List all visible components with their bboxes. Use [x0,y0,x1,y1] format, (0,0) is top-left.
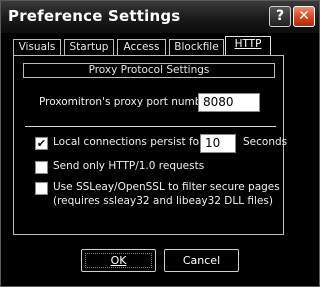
tab-visuals[interactable]: Visuals [13,39,61,55]
http10-checkbox[interactable] [35,161,48,174]
window-title: Preference Settings [8,7,181,25]
tab-access[interactable]: Access [117,39,166,55]
ssl-checkbox[interactable] [35,182,48,195]
ok-button[interactable]: OK [81,249,156,272]
help-icon[interactable]: ? [269,6,291,27]
proxy-port-label: Proxomitron's proxy port number: [39,96,216,108]
ssl-label-line1: Use SSLeay/OpenSSL to filter secure page… [53,181,280,193]
separator [25,126,276,127]
proxy-port-input[interactable]: 8080 [198,93,260,112]
close-icon[interactable]: ✕ [293,6,315,27]
persist-label: Local connections persist for: [53,136,207,148]
proxy-protocol-settings-header: Proxy Protocol Settings [23,63,275,78]
seconds-unit-label: Seconds [243,136,288,148]
tab-blockfile[interactable]: Blockfile [169,39,224,55]
http10-label: Send only HTTP/1.0 requests [53,160,205,172]
tab-startup[interactable]: Startup [64,39,114,55]
cancel-button[interactable]: Cancel [164,249,239,272]
focus-ring [85,253,152,268]
persist-seconds-input[interactable]: 10 [200,134,236,153]
preference-settings-dialog: Preference Settings ? ✕ Visuals Startup … [0,0,320,287]
ssl-label-line2: (requires ssleay32 and libeay32 DLL file… [53,195,273,207]
persist-checkbox[interactable]: ✔ [35,137,48,150]
tab-http[interactable]: HTTP [225,36,271,56]
cancel-button-label: Cancel [182,254,221,267]
title-bar[interactable]: Preference Settings ? ✕ [1,1,319,33]
